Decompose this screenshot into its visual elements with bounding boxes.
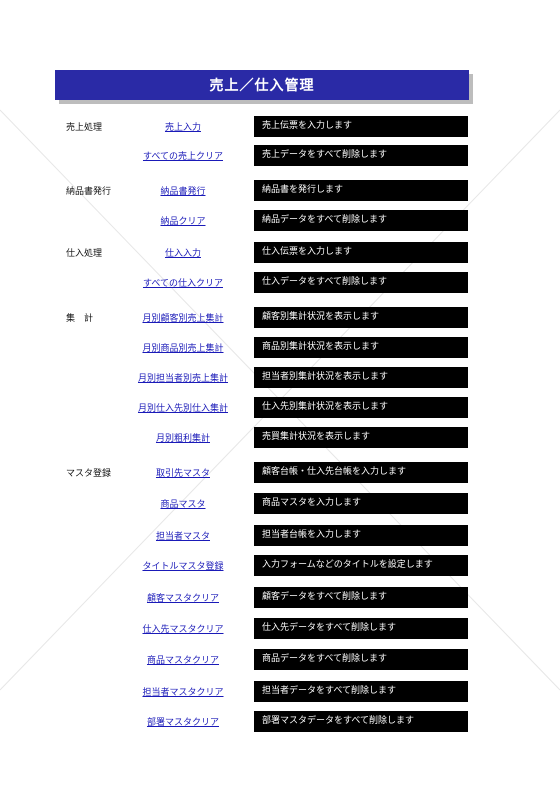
menu-list: 売上処理 売上入力 売上伝票を入力します すべての売上クリア 売上データをすべて…: [0, 0, 560, 800]
menu-link[interactable]: 納品書発行: [120, 184, 246, 197]
menu-row: 顧客マスタクリア 顧客データをすべて削除します: [0, 587, 560, 609]
menu-link[interactable]: すべての売上クリア: [120, 149, 246, 162]
menu-description: 納品データをすべて削除します: [254, 210, 468, 231]
menu-row: 月別商品別売上集計 商品別集計状況を表示します: [0, 337, 560, 359]
menu-link[interactable]: 売上入力: [120, 120, 246, 133]
category-label: 売上処理: [66, 123, 103, 133]
menu-description: 入力フォームなどのタイトルを設定します: [254, 555, 468, 576]
menu-link[interactable]: 担当者マスタクリア: [120, 685, 246, 698]
menu-description: 納品書を発行します: [254, 180, 468, 201]
menu-description: 商品マスタを入力します: [254, 493, 468, 514]
menu-description: 担当者別集計状況を表示します: [254, 367, 468, 388]
menu-link[interactable]: 顧客マスタクリア: [120, 591, 246, 604]
menu-description: 顧客データをすべて削除します: [254, 587, 468, 608]
category-label: 集 計: [66, 314, 94, 324]
menu-link[interactable]: 月別仕入先別仕入集計: [120, 401, 246, 414]
menu-description: 担当者台帳を入力します: [254, 525, 468, 546]
menu-link[interactable]: タイトルマスタ登録: [120, 559, 246, 572]
menu-row: マスタ登録 取引先マスタ 顧客台帳・仕入先台帳を入力します: [0, 462, 560, 484]
menu-description: 顧客台帳・仕入先台帳を入力します: [254, 462, 468, 483]
menu-row: 仕入先マスタクリア 仕入先データをすべて削除します: [0, 618, 560, 640]
menu-link[interactable]: 仕入先マスタクリア: [120, 622, 246, 635]
menu-description: 商品別集計状況を表示します: [254, 337, 468, 358]
menu-row: すべての売上クリア 売上データをすべて削除します: [0, 145, 560, 167]
menu-row: 集 計 月別顧客別売上集計 顧客別集計状況を表示します: [0, 307, 560, 329]
menu-link[interactable]: 取引先マスタ: [120, 466, 246, 479]
menu-link[interactable]: 商品マスタ: [120, 497, 246, 510]
menu-description: 売上伝票を入力します: [254, 116, 468, 137]
menu-row: すべての仕入クリア 仕入データをすべて削除します: [0, 272, 560, 294]
menu-link[interactable]: 納品クリア: [120, 214, 246, 227]
menu-row: 月別粗利集計 売買集計状況を表示します: [0, 427, 560, 449]
menu-description: 仕入先別集計状況を表示します: [254, 397, 468, 418]
menu-description: 仕入伝票を入力します: [254, 242, 468, 263]
menu-row: 商品マスタ 商品マスタを入力します: [0, 493, 560, 515]
menu-link[interactable]: 月別担当者別売上集計: [120, 371, 246, 384]
menu-row: 納品書発行 納品書発行 納品書を発行します: [0, 180, 560, 202]
menu-row: 月別担当者別売上集計 担当者別集計状況を表示します: [0, 367, 560, 389]
menu-link[interactable]: 月別顧客別売上集計: [120, 311, 246, 324]
menu-description: 仕入先データをすべて削除します: [254, 618, 468, 639]
menu-link[interactable]: すべての仕入クリア: [120, 276, 246, 289]
menu-link[interactable]: 仕入入力: [120, 246, 246, 259]
menu-description: 顧客別集計状況を表示します: [254, 307, 468, 328]
menu-link[interactable]: 商品マスタクリア: [120, 653, 246, 666]
menu-row: 納品クリア 納品データをすべて削除します: [0, 210, 560, 232]
menu-description: 仕入データをすべて削除します: [254, 272, 468, 293]
menu-link[interactable]: 月別粗利集計: [120, 431, 246, 444]
menu-row: 月別仕入先別仕入集計 仕入先別集計状況を表示します: [0, 397, 560, 419]
menu-row: 部署マスタクリア 部署マスタデータをすべて削除します: [0, 711, 560, 733]
menu-row: 担当者マスタ 担当者台帳を入力します: [0, 525, 560, 547]
menu-link[interactable]: 月別商品別売上集計: [120, 341, 246, 354]
category-label: マスタ登録: [66, 469, 112, 479]
category-label: 納品書発行: [66, 187, 112, 197]
menu-row: 担当者マスタクリア 担当者データをすべて削除します: [0, 681, 560, 703]
menu-row: 商品マスタクリア 商品データをすべて削除します: [0, 649, 560, 671]
menu-link[interactable]: 部署マスタクリア: [120, 715, 246, 728]
menu-description: 商品データをすべて削除します: [254, 649, 468, 670]
menu-row: タイトルマスタ登録 入力フォームなどのタイトルを設定します: [0, 555, 560, 577]
menu-description: 部署マスタデータをすべて削除します: [254, 711, 468, 732]
menu-description: 売上データをすべて削除します: [254, 145, 468, 166]
menu-description: 担当者データをすべて削除します: [254, 681, 468, 702]
menu-link[interactable]: 担当者マスタ: [120, 529, 246, 542]
menu-description: 売買集計状況を表示します: [254, 427, 468, 448]
menu-row: 仕入処理 仕入入力 仕入伝票を入力します: [0, 242, 560, 264]
category-label: 仕入処理: [66, 249, 103, 259]
menu-row: 売上処理 売上入力 売上伝票を入力します: [0, 116, 560, 138]
